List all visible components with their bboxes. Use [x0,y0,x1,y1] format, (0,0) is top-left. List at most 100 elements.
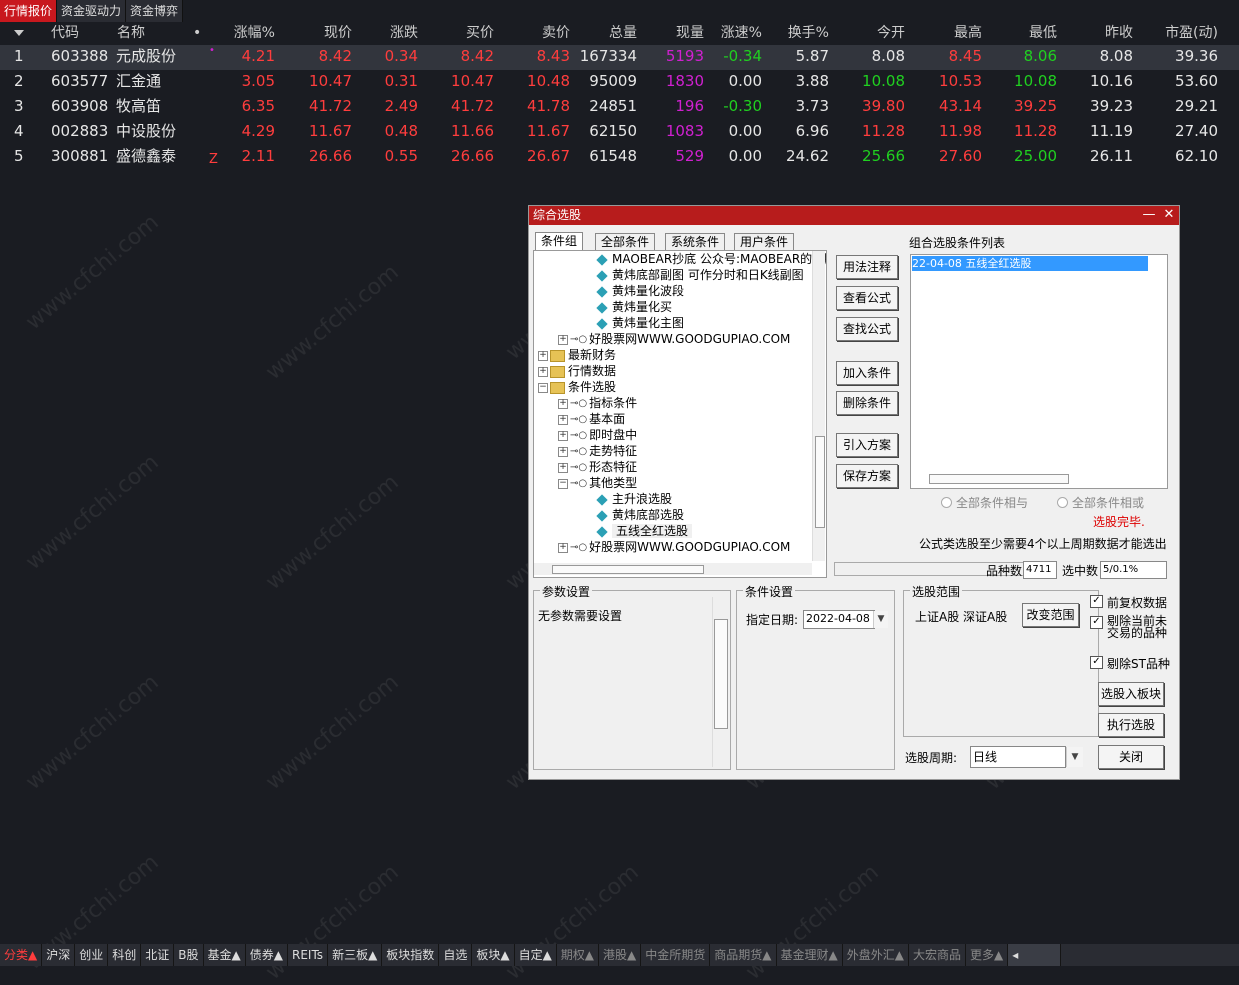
tree-node[interactable]: + ⊸○ 基本面 [558,411,625,427]
expand-icon[interactable]: + [558,334,568,345]
col-high[interactable]: 最高 [922,22,982,44]
col-prev-close[interactable]: 昨收 [1073,22,1133,44]
tree-hscroll-thumb[interactable] [552,565,704,574]
sort-arrow-icon[interactable] [14,30,24,36]
date-dropdown-icon[interactable]: ▼ [873,611,888,628]
col-open[interactable]: 今开 [845,22,905,44]
expand-icon[interactable]: + [538,366,548,377]
tree-node[interactable]: + ⊸○ 走势特征 [558,443,637,459]
table-row[interactable]: 4 002883 中设股份 4.29 11.67 0.48 11.66 11.67 62150 1… [0,120,1239,145]
bottom-scroll-left-icon[interactable]: ◂ [1008,944,1062,966]
condition-list-item[interactable]: 22-04-08 五线全红选股 [912,256,1148,271]
col-change-pct[interactable]: 涨幅% [215,22,275,44]
condition-list[interactable]: 22-04-08 五线全红选股 [910,254,1168,489]
col-price[interactable]: 现价 [292,22,352,44]
date-input[interactable]: 2022-04-08 [803,610,875,629]
expand-icon[interactable]: + [538,350,548,361]
bottom-tab[interactable]: 创业 [75,944,109,966]
col-low[interactable]: 最低 [997,22,1057,44]
delete-condition-button[interactable]: 删除条件 [836,391,898,415]
tree-node[interactable]: + 最新财务 [538,347,616,363]
bottom-tab[interactable]: 新三板▲ [328,944,383,966]
add-condition-button[interactable]: 加入条件 [836,361,898,385]
tree-node[interactable]: + ⊸○ 即时盘中 [558,427,637,443]
expand-icon[interactable]: + [558,398,568,409]
tab-condition-group[interactable]: 条件组 [535,232,584,251]
bottom-tab[interactable]: 沪深 [42,944,76,966]
bottom-tab[interactable]: 港股▲ [599,944,642,966]
list-hscroll-thumb[interactable] [929,474,1069,484]
radio-all-and[interactable] [941,497,952,508]
bottom-tab[interactable]: 更多▲ [966,944,1009,966]
bottom-tab[interactable]: 期权▲ [557,944,600,966]
expand-icon[interactable]: + [558,446,568,457]
bottom-tab[interactable]: 北证 [141,944,175,966]
tree-node[interactable]: 黄炜底部选股 [596,507,684,523]
bottom-tab[interactable]: REITs [288,944,329,966]
tree-node[interactable]: + ⊸○ 形态特征 [558,459,637,475]
radio-all-or[interactable] [1057,497,1068,508]
bottom-tab[interactable]: 大宏商品 [909,944,966,966]
bottom-tab[interactable]: 中金所期货 [641,944,711,966]
tree-node[interactable]: − ⊸○ 其他类型 [558,475,637,491]
expand-icon[interactable]: + [558,462,568,473]
bottom-tab[interactable]: 自选 [439,944,473,966]
bottom-tab[interactable]: 商品期货▲ [710,944,777,966]
col-code[interactable]: 代码 [51,22,79,44]
tree-node[interactable]: 黄炜底部副图 可作分时和日K线副图 [596,267,804,283]
chk-exclude-untraded[interactable]: ✓ [1090,616,1103,629]
col-ask[interactable]: 卖价 [510,22,570,44]
bottom-tab[interactable]: 自定▲ [515,944,557,966]
tree-vscrollbar[interactable] [812,251,825,561]
col-bid[interactable]: 买价 [434,22,494,44]
minimize-icon[interactable]: — [1139,206,1159,225]
close-button[interactable]: 关闭 [1098,745,1164,769]
view-formula-button[interactable]: 查看公式 [836,286,898,310]
tab-capital-drive[interactable]: 资金驱动力 [57,0,127,22]
tree-node[interactable]: 黄炜量化波段 [596,283,684,299]
tree-node[interactable]: + ⊸○ 好股票网WWW.GOODGUPIAO.COM [558,539,790,555]
tree-node[interactable]: 黄炜量化主图 [596,315,684,331]
bottom-tab[interactable]: B股 [174,944,204,966]
table-row[interactable]: 5 300881 盛德鑫泰 Z 2.11 26.66 0.55 26.66 26.67 61548… [0,145,1239,170]
collapse-icon[interactable]: − [538,382,548,393]
tree-node[interactable]: 黄炜量化买 [596,299,672,315]
find-formula-button[interactable]: 查找公式 [836,317,898,341]
add-to-block-button[interactable]: 选股入板块 [1098,682,1164,706]
col-name[interactable]: 名称 [117,22,145,44]
collapse-icon[interactable]: − [558,478,568,489]
param-scroll-thumb[interactable] [714,619,728,729]
bottom-tab[interactable]: 科创 [108,944,142,966]
tree-hscrollbar[interactable] [534,563,812,575]
col-speed[interactable]: 涨速% [702,22,762,44]
tree-node[interactable]: 五线全红选股 [596,523,693,539]
import-plan-button[interactable]: 引入方案 [836,433,898,457]
table-row[interactable]: 2 603577 汇金通 3.05 10.47 0.31 10.47 10.48 95009 18… [0,70,1239,95]
bottom-tab[interactable]: 基金理财▲ [777,944,843,966]
table-row[interactable]: 3 603908 牧高笛 6.35 41.72 2.49 41.72 41.78 24851 19… [0,95,1239,120]
bottom-tab[interactable]: 分类▲ [0,944,43,966]
dialog-titlebar[interactable]: 综合选股 — ✕ [529,206,1179,225]
bottom-tab[interactable]: 板块指数 [382,944,440,966]
tree-node[interactable]: + ⊸○ 指标条件 [558,395,637,411]
period-select[interactable]: 日线 [970,746,1066,768]
tab-capital-game[interactable]: 资金博弈 [126,0,184,22]
execute-button[interactable]: 执行选股 [1098,713,1164,737]
bottom-tab[interactable]: 板块▲ [472,944,515,966]
expand-icon[interactable]: + [558,430,568,441]
tree-node[interactable]: + 行情数据 [538,363,616,379]
condition-tree[interactable]: MAOBEAR抄底 公众号:MAOBEAR的小脑门 黄炜底部副图 可作分时和日K线… [533,250,827,578]
close-icon[interactable]: ✕ [1159,206,1179,225]
expand-icon[interactable]: + [558,542,568,553]
tree-node[interactable]: + ⊸○ 好股票网WWW.GOODGUPIAO.COM [558,331,790,347]
bottom-tab[interactable]: 债券▲ [246,944,288,966]
col-pe[interactable]: 市盈(动) [1158,22,1218,44]
usage-note-button[interactable]: 用法注释 [836,255,898,279]
tree-node[interactable]: MAOBEAR抄底 公众号:MAOBEAR的小脑门 [596,251,826,267]
tab-user-conditions[interactable]: 用户条件 [734,233,795,251]
change-range-button[interactable]: 改变范围 [1022,603,1079,627]
bottom-tab[interactable]: 外盘外汇▲ [843,944,909,966]
param-scrollbar[interactable] [712,597,728,767]
save-plan-button[interactable]: 保存方案 [836,464,898,488]
chk-adjust[interactable]: ✓ [1090,595,1103,608]
